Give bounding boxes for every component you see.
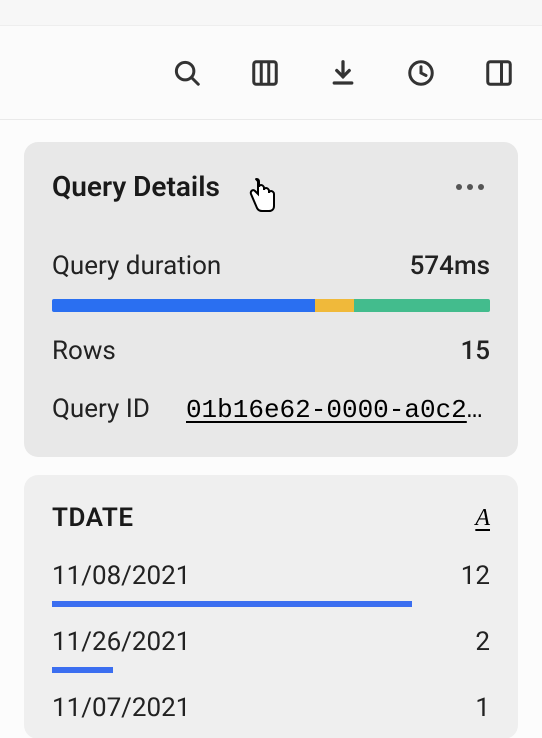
panel-right-icon[interactable] bbox=[482, 56, 516, 90]
distribution-row[interactable]: 11/08/2021 12 bbox=[52, 561, 490, 607]
distribution-label: 11/26/2021 bbox=[52, 627, 459, 657]
distribution-label: 11/08/2021 bbox=[52, 561, 445, 591]
column-stats-panel: TDATE A 11/08/2021 12 11/26/2021 2 11/07/202… bbox=[24, 475, 518, 738]
duration-value: 574ms bbox=[410, 251, 490, 281]
distribution-bar bbox=[52, 667, 113, 673]
bar-segment-execute bbox=[354, 299, 490, 312]
query-id-link[interactable]: 01b16e62-0000-a0c2-... bbox=[186, 395, 490, 425]
query-id-label: Query ID bbox=[52, 394, 150, 424]
download-icon[interactable] bbox=[326, 56, 360, 90]
distribution-count: 12 bbox=[461, 561, 490, 591]
rows-value: 15 bbox=[460, 336, 490, 366]
distribution-count: 1 bbox=[475, 693, 490, 723]
query-details-panel: Query Details Query duration 574ms Rows … bbox=[24, 142, 518, 457]
bar-segment-compile bbox=[52, 299, 315, 312]
distribution-count: 2 bbox=[475, 627, 490, 657]
distribution-row[interactable]: 11/26/2021 2 bbox=[52, 627, 490, 673]
history-icon[interactable] bbox=[404, 56, 438, 90]
results-toolbar bbox=[0, 26, 542, 120]
columns-icon[interactable] bbox=[248, 56, 282, 90]
rows-label: Rows bbox=[52, 336, 116, 366]
window-top-strip bbox=[0, 0, 542, 26]
distribution-row[interactable]: 11/07/2021 1 bbox=[52, 693, 490, 738]
duration-breakdown-bar bbox=[52, 299, 490, 312]
duration-row: Query duration 574ms bbox=[52, 251, 490, 281]
sort-indicator[interactable]: A bbox=[475, 505, 490, 532]
duration-label: Query duration bbox=[52, 251, 221, 281]
query-id-row: Query ID 01b16e62-0000-a0c2-... bbox=[52, 394, 490, 425]
distribution-bar bbox=[52, 601, 412, 607]
distribution-list: 11/08/2021 12 11/26/2021 2 11/07/2021 1 bbox=[52, 561, 490, 738]
column-name: TDATE bbox=[52, 503, 134, 533]
bar-segment-queue bbox=[315, 299, 354, 312]
distribution-label: 11/07/2021 bbox=[52, 693, 459, 723]
more-options-icon[interactable] bbox=[450, 178, 490, 196]
search-icon[interactable] bbox=[170, 56, 204, 90]
rows-row: Rows 15 bbox=[52, 336, 490, 366]
panel-title: Query Details bbox=[52, 170, 220, 203]
